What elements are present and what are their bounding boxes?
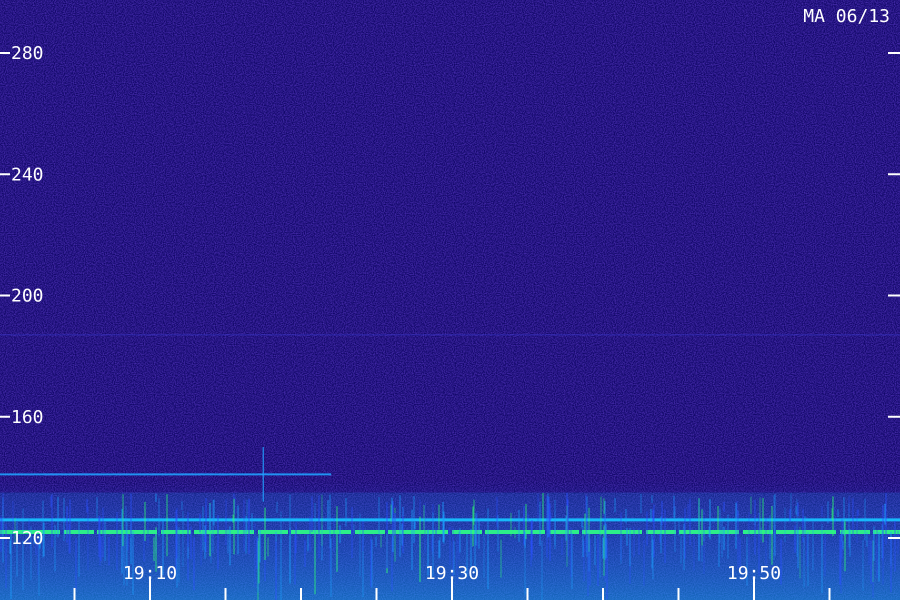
- x-tick-label-2: 19:50: [727, 563, 781, 584]
- y-tick-label-0: 280: [11, 43, 44, 64]
- chart-title: MA 06/13: [803, 6, 890, 27]
- y-tick-label-2: 200: [11, 286, 44, 307]
- spectrogram-chart: 280 240 200 160 120 19:10 19:30 19:50 MA 06/13: [0, 0, 900, 600]
- y-tick-label-3: 160: [11, 407, 44, 428]
- y-tick-label-4: 120: [11, 528, 44, 549]
- y-tick-label-1: 240: [11, 164, 44, 185]
- x-tick-label-1: 19:30: [425, 563, 479, 584]
- x-tick-label-0: 19:10: [123, 563, 177, 584]
